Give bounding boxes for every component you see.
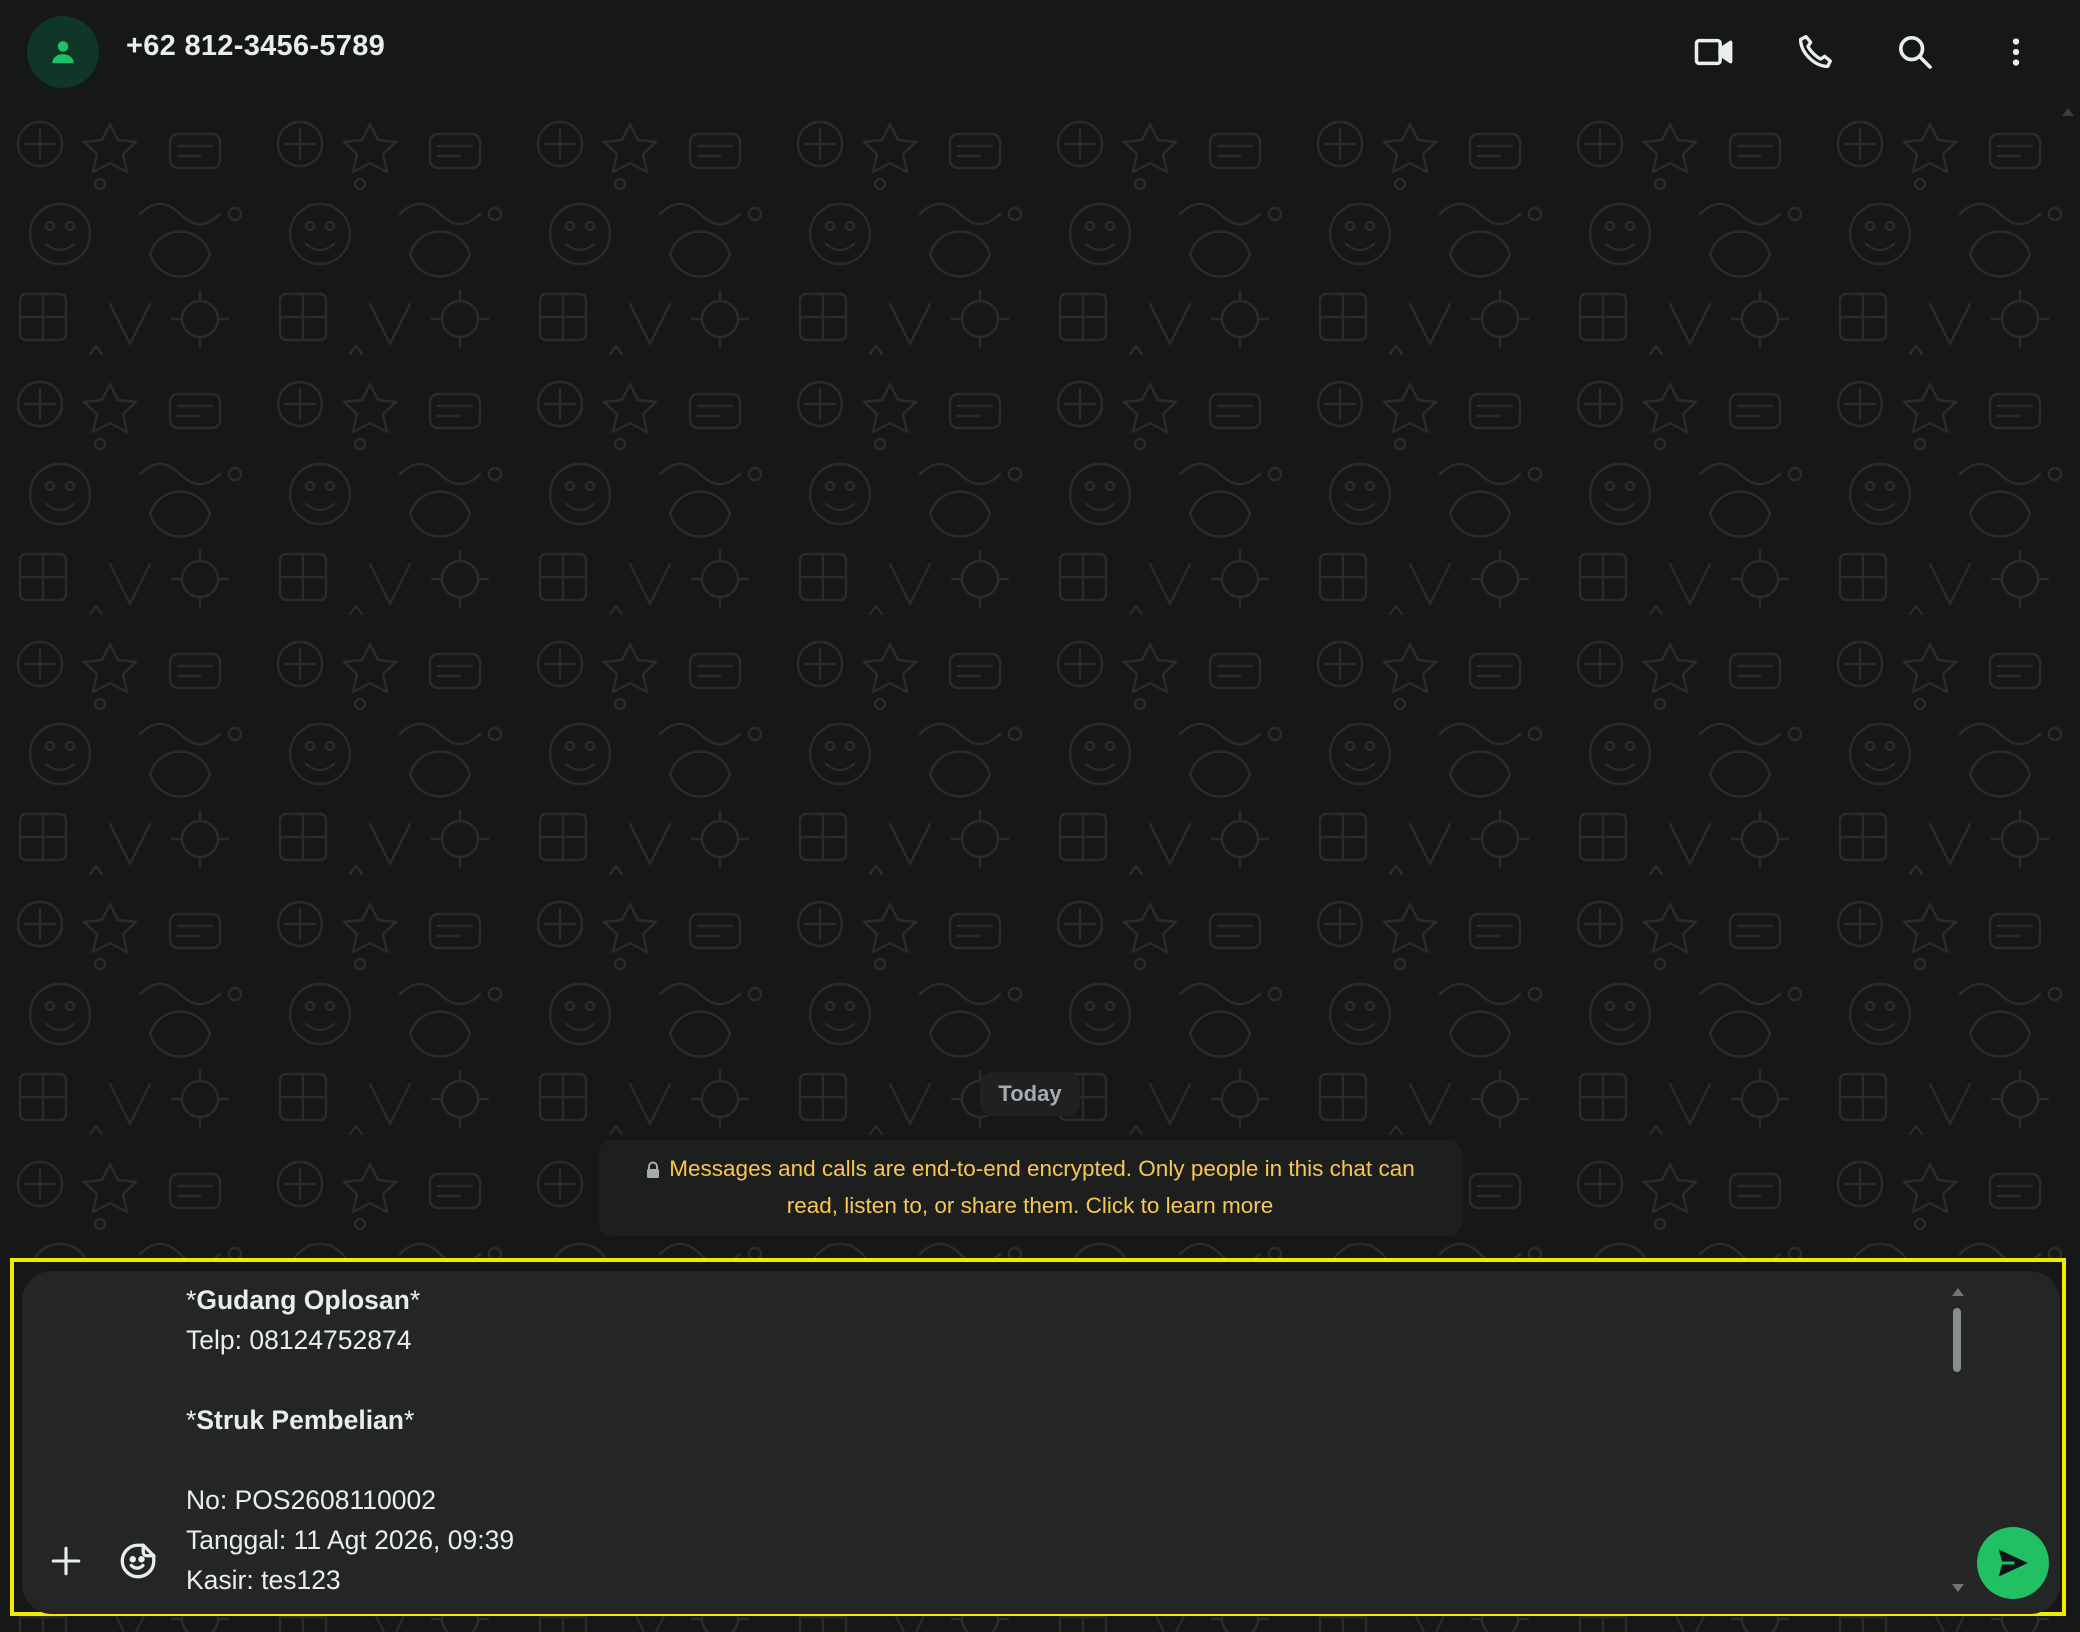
send-icon [1998,1549,2028,1577]
encryption-notice-line1: Messages and calls are end-to-end encryp… [669,1156,1415,1181]
message-line: Tanggal: 11 Agt 2026, 09:39 [186,1525,515,1555]
message-line: Telp: 08124752874 [186,1325,412,1355]
lock-icon [647,1161,660,1178]
send-button[interactable] [1977,1527,2049,1599]
more-options-icon [2012,38,2020,66]
message-line [186,1440,1886,1480]
plus-icon [51,1546,81,1576]
voice-call-button[interactable] [1783,20,1847,84]
search-icon [1899,36,1932,69]
message-line: No: POS2608110002 [186,1485,436,1515]
search-button[interactable] [1883,20,1947,84]
message-line: *Struk Pembelian* [186,1405,415,1435]
sticker-icon [120,1543,156,1579]
sticker-button[interactable] [106,1529,170,1593]
scroll-thumb[interactable] [1953,1308,1961,1372]
more-options-button[interactable] [1984,20,2048,84]
avatar-person-icon [52,41,74,64]
attach-button[interactable] [34,1529,98,1593]
scroll-up-arrow[interactable] [1952,1288,1964,1296]
contact-name[interactable]: +62 812-3456-5789 [126,30,385,63]
encryption-notice-line2: read, listen to, or share them. Click to… [786,1193,1274,1218]
encryption-notice[interactable]: Messages and calls are end-to-end encryp… [598,1140,1462,1236]
message-input[interactable]: *Gudang Oplosan* Telp: 08124752874 *Stru… [186,1280,1886,1600]
composer-scrollbar[interactable] [1950,1284,1964,1594]
message-line: *Gudang Oplosan* [186,1285,421,1315]
video-call-button[interactable] [1682,20,1746,84]
contact-avatar[interactable] [27,16,99,88]
video-call-icon [1694,38,1733,66]
voice-call-icon [1799,35,1832,69]
message-line: Kasir: tes123 [186,1565,341,1595]
day-separator: Today [980,1072,1080,1116]
chat-header: +62 812-3456-5789 [0,0,2080,104]
scroll-down-arrow[interactable] [1952,1584,1964,1592]
message-line [186,1360,1886,1400]
chat-scroll-up-arrow[interactable] [2062,108,2074,116]
